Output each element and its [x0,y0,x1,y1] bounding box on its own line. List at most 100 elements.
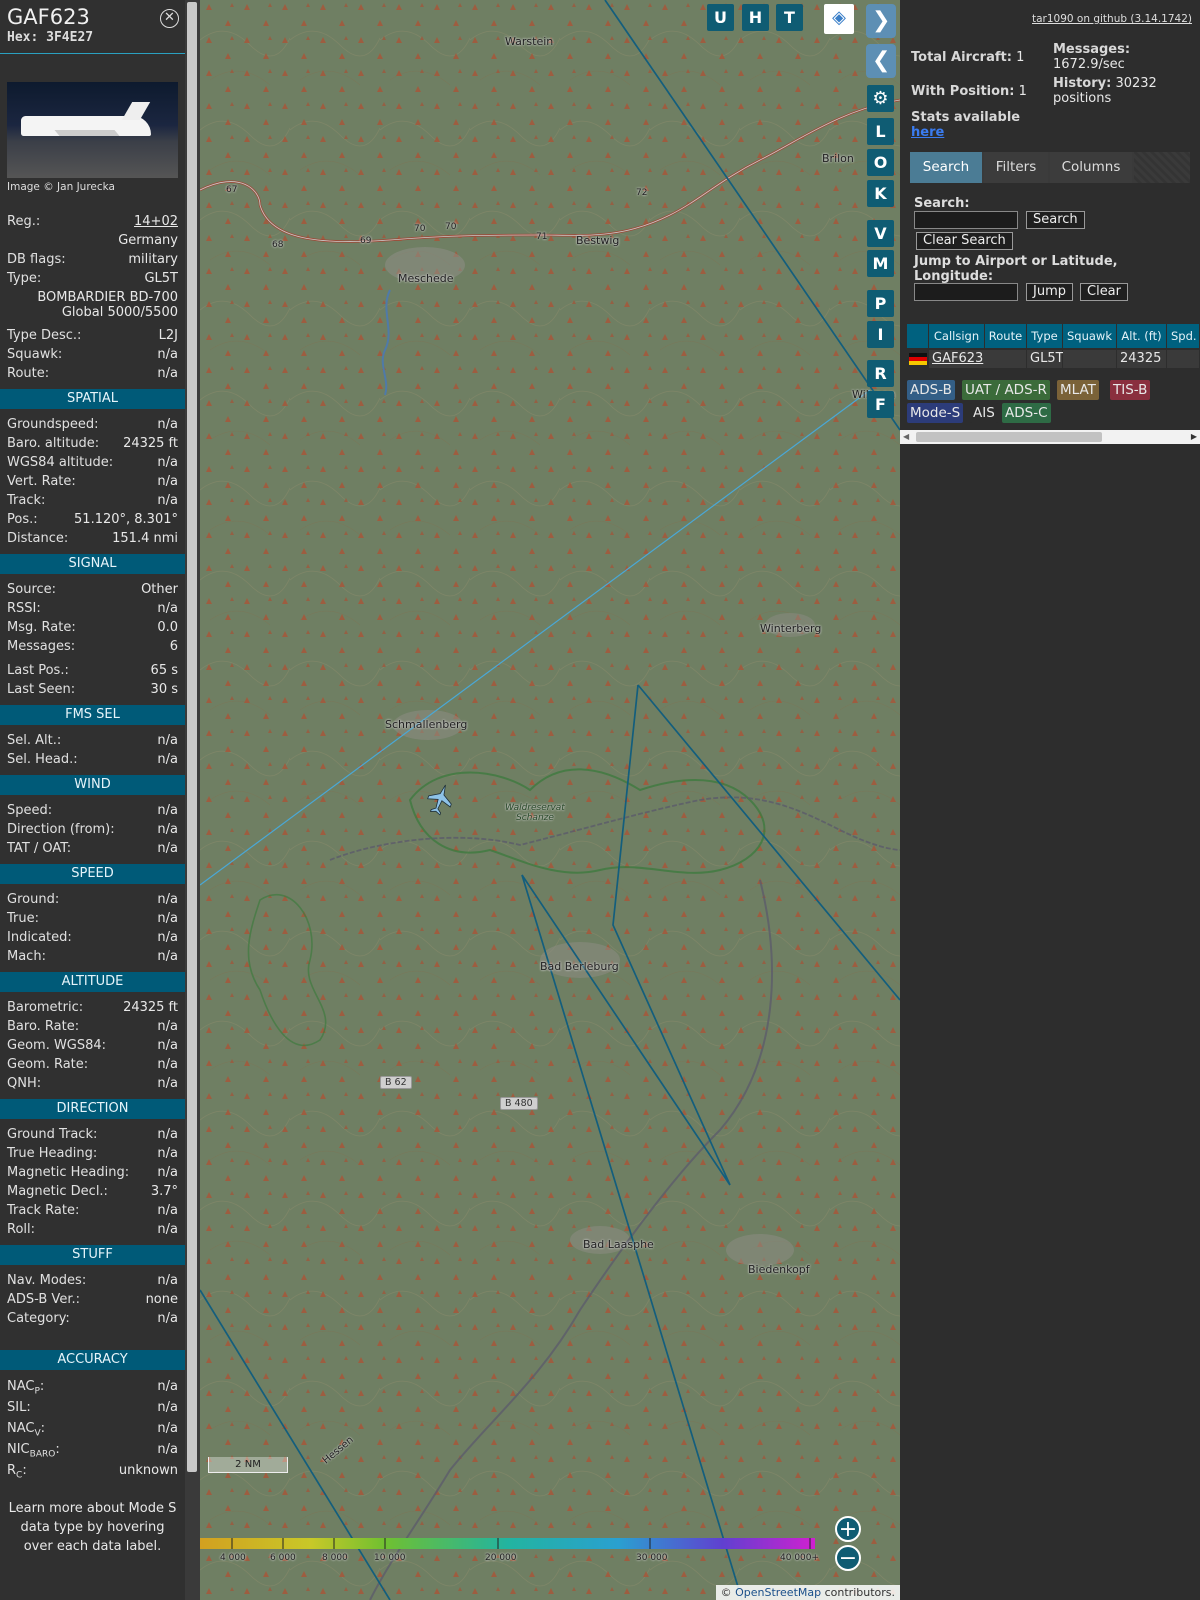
zoom-out-button[interactable]: − [835,1545,861,1571]
table-horizontal-scrollbar[interactable]: ◀ ▶ [900,430,1200,444]
info-key: Sel. Alt.: [7,733,62,748]
section-header: ALTITUDE [0,972,185,992]
row-altitude: 24325 [1117,350,1167,368]
aircraft-photo[interactable] [7,82,178,178]
search-input[interactable] [914,211,1018,229]
column-speed[interactable]: Spd. [1167,324,1200,348]
map-button-p[interactable]: P [867,290,894,317]
map-place-label: Bad Laasphe [583,1238,654,1251]
column-type[interactable]: Type [1027,324,1063,348]
map-button-v[interactable]: V [867,220,894,247]
info-row: Speed: n/a [0,801,185,820]
info-value[interactable]: 14+02 [134,212,178,231]
column-altitude[interactable]: Alt. (ft) [1117,324,1167,348]
section-header: DIRECTION [0,1099,185,1119]
info-key: Direction (from): [7,822,115,837]
info-value: n/a [157,1057,178,1072]
info-value: n/a [157,822,178,837]
map-button-u[interactable]: U [707,4,734,31]
info-value: 65 s [150,663,178,678]
source-badge-mlat[interactable]: MLAT [1057,380,1099,400]
info-value: n/a [157,1076,178,1091]
map-button-o[interactable]: O [867,149,894,176]
altitude-scale-label: 6 000 [270,1553,296,1563]
map-button-f[interactable]: F [867,391,894,418]
collapse-left-button[interactable]: ❮ [866,44,896,78]
map-button-m[interactable]: M [867,250,894,277]
zoom-in-button[interactable]: + [835,1516,861,1542]
info-value: n/a [157,347,178,362]
info-key: SIL: [7,1397,31,1418]
layers-icon[interactable]: ◈ [824,4,854,34]
info-row: Germany [0,231,185,250]
scrollbar-thumb[interactable] [916,432,1102,442]
source-badge-tis-b[interactable]: TIS-B [1110,380,1151,400]
source-badge-ads-c[interactable]: ADS-C [1002,403,1051,423]
scrollbar-thumb[interactable] [187,2,197,1472]
column-squawk[interactable]: Squawk [1063,324,1117,348]
tab-search[interactable]: Search [910,152,982,183]
info-key: Route: [7,366,50,381]
messages-stat: Messages: 1672.9/sec [1053,42,1193,72]
source-badge-ads-b[interactable]: ADS-B [907,380,955,400]
map-button-t[interactable]: T [776,4,803,31]
map-button-i[interactable]: I [867,321,894,348]
map-button-k[interactable]: K [867,180,894,207]
scale-bar: 2 NM [208,1457,288,1473]
map-view[interactable]: WarsteinBrilonBestwigMeschedeWilsgenWint… [200,0,900,1600]
road-number: 69 [360,236,372,246]
search-button[interactable]: Search [1026,211,1085,229]
info-row: Pos.: 51.120°, 8.301° [0,510,185,529]
github-link[interactable]: tar1090 on github (3.14.1742) [1032,13,1192,25]
row-callsign[interactable]: GAF623 [929,350,1027,368]
jump-button[interactable]: Jump [1026,283,1073,301]
source-badge-mode-s[interactable]: Mode-S [907,403,964,423]
jump-input[interactable] [914,283,1018,301]
info-value: 24325 ft [123,1000,178,1015]
road-number: 71 [536,232,548,242]
column-route[interactable]: Route [985,324,1027,348]
clear-button[interactable]: Clear [1080,283,1128,301]
column-flag [907,324,929,348]
stats-here-link[interactable]: here [911,125,944,140]
info-row: Messages: 6 [0,637,185,656]
map-button-r[interactable]: R [867,360,894,387]
info-key: NICBARO: [7,1439,60,1460]
info-row: Type: GL5T [0,269,185,288]
learn-more-text: Learn more about Mode S data type by hov… [8,1501,177,1554]
column-callsign[interactable]: Callsign [929,324,985,348]
info-row: Nav. Modes: n/a [0,1271,185,1290]
info-key: NACP: [7,1376,44,1397]
map-place-label: Waldreservat Schanze [505,803,565,823]
jet-wing [54,130,120,136]
settings-gear-icon[interactable]: ⚙ [867,85,894,112]
source-badge-uat-ads-r[interactable]: UAT / ADS-R [962,380,1050,400]
close-icon[interactable]: ✕ [160,9,179,28]
total-aircraft-label: Total Aircraft: [911,50,1012,65]
stats-available: Stats available here [911,110,1020,140]
info-key: RSSI: [7,601,41,616]
scroll-right-icon[interactable]: ▶ [1191,432,1197,441]
info-key: Geom. WGS84: [7,1038,107,1053]
scroll-left-icon[interactable]: ◀ [903,432,909,441]
info-row: Sel. Alt.: n/a [0,731,185,750]
aircraft-hex: Hex: 3F4E27 [7,30,94,45]
history-label: History: [1053,76,1112,91]
total-aircraft-value: 1 [1016,50,1025,65]
expand-right-button[interactable]: ❯ [866,4,896,38]
clear-search-button[interactable]: Clear Search [916,232,1013,250]
tab-filters[interactable]: Filters [984,152,1048,183]
attribution-link[interactable]: OpenStreetMap [735,1586,821,1599]
info-key: Type Desc.: [7,328,82,343]
map-layer [200,0,900,1600]
info-key: Track: [7,493,46,508]
info-scrollbar[interactable] [185,0,200,1600]
source-badge-ais[interactable]: AIS [970,403,998,423]
map-button-h[interactable]: H [742,4,769,31]
map-button-l[interactable]: L [867,118,894,145]
info-key: Last Seen: [7,682,76,697]
tab-columns[interactable]: Columns [1050,152,1132,183]
road-number: 67 [226,185,238,195]
row-speed [1167,350,1200,368]
section-header: SPATIAL [0,389,185,409]
